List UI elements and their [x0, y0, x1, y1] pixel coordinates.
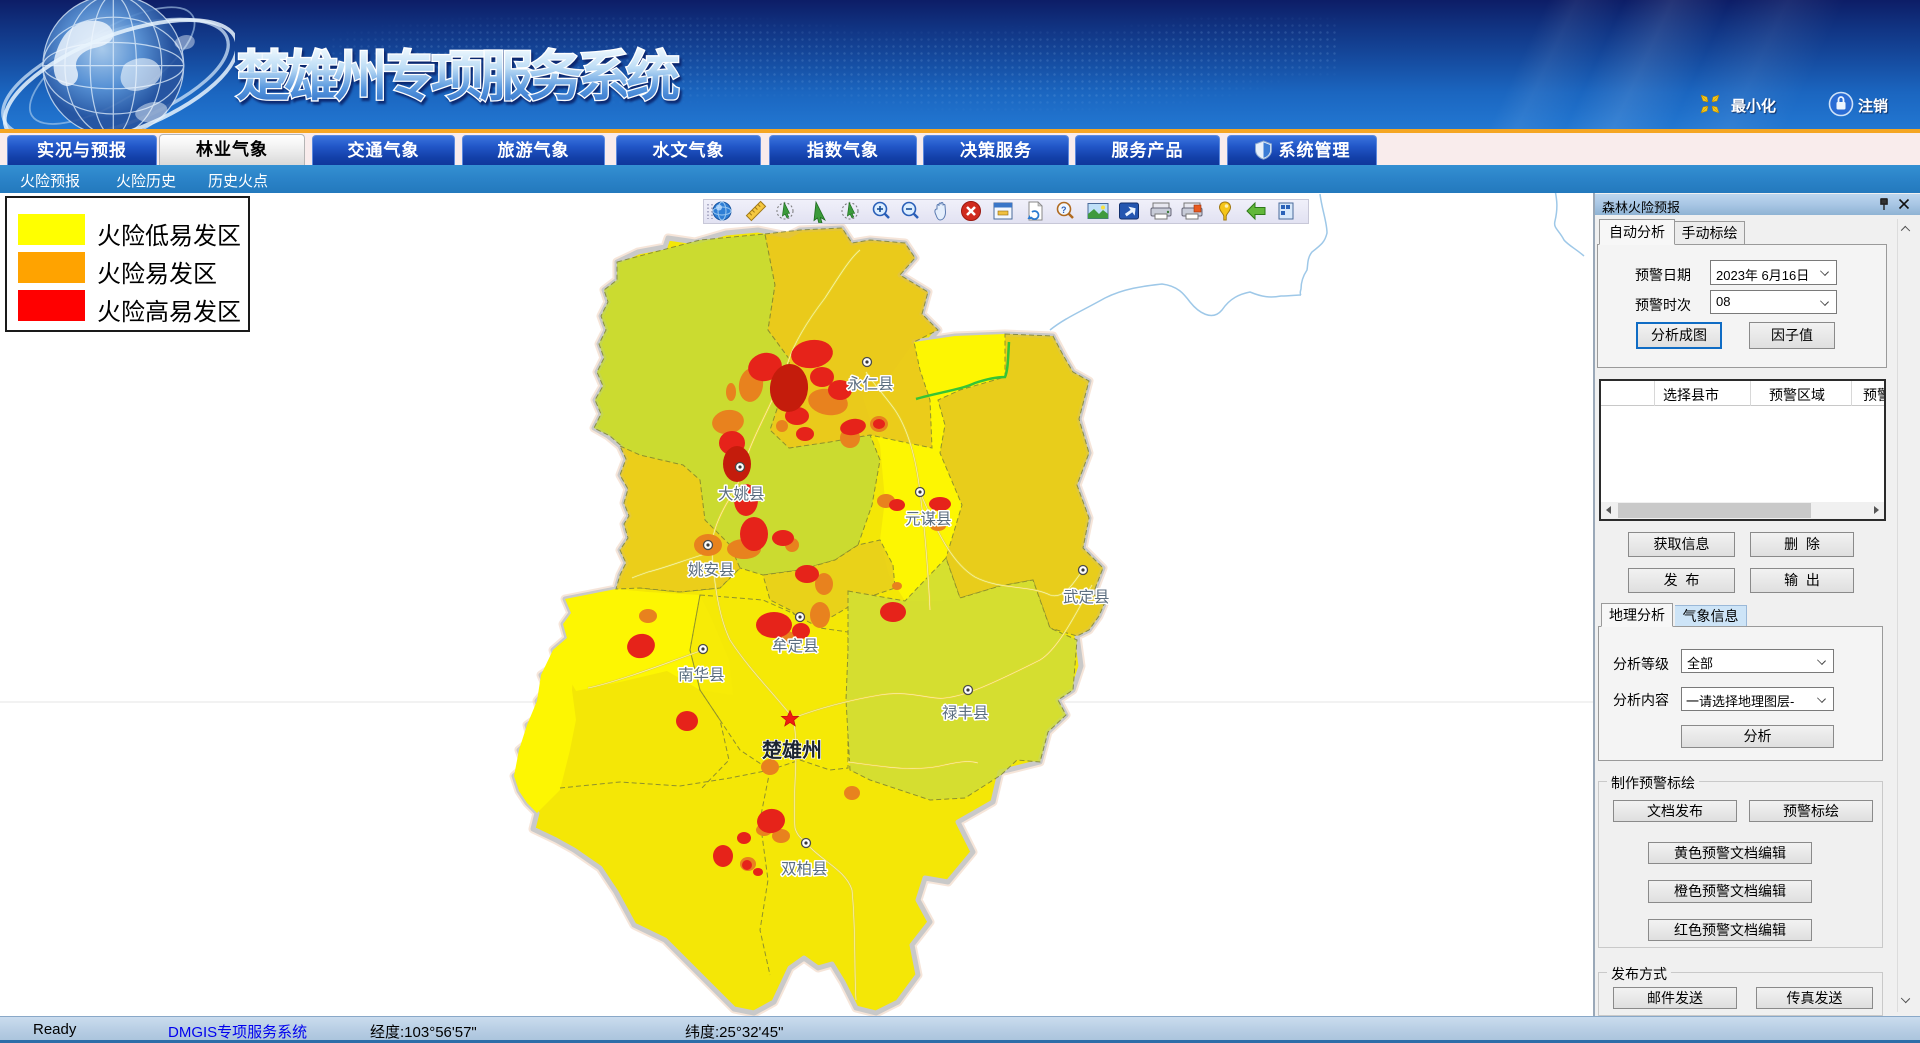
svg-text:姚安县: 姚安县 [688, 561, 735, 579]
svg-text:武定县: 武定县 [1063, 588, 1110, 606]
svg-text:楚雄州专项服务系统: 楚雄州专项服务系统 [236, 47, 680, 107]
svg-text:楚雄州: 楚雄州 [762, 738, 822, 762]
svg-text:南华县: 南华县 [678, 666, 725, 684]
svg-text:双柏县: 双柏县 [781, 860, 828, 878]
svg-text:大姚县: 大姚县 [718, 485, 765, 503]
svg-text:?: ? [1061, 205, 1067, 215]
svg-text:牟定县: 牟定县 [772, 637, 819, 655]
svg-text:永仁县: 永仁县 [847, 375, 894, 393]
svg-text:禄丰县: 禄丰县 [942, 704, 989, 722]
svg-text:元谋县: 元谋县 [905, 510, 952, 528]
